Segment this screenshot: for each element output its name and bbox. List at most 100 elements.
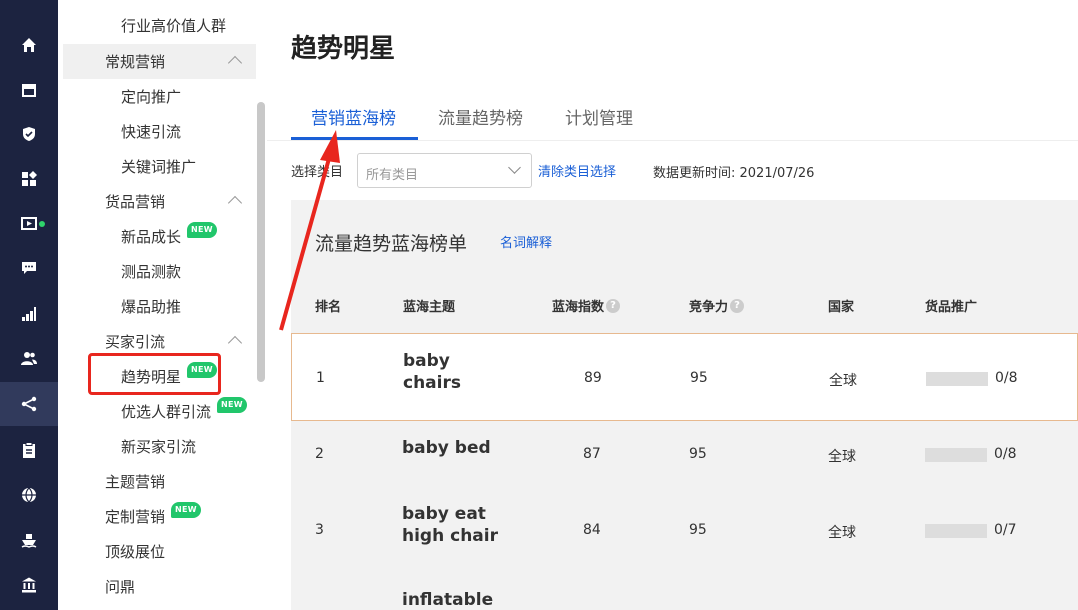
rank-cell: 1 bbox=[316, 370, 325, 386]
chevron-down-icon bbox=[508, 161, 521, 174]
sidebar-item-label: 主题营销 bbox=[105, 473, 166, 491]
promotion-count: 0/8 bbox=[994, 446, 1017, 462]
sidebar-group-label: 买家引流 bbox=[105, 333, 166, 351]
category-select[interactable]: 所有类目 bbox=[357, 153, 532, 188]
sidebar-group-label: 常规营销 bbox=[105, 53, 166, 71]
topic-cell[interactable]: baby chairs bbox=[403, 350, 493, 394]
sidebar-scrollbar[interactable] bbox=[257, 102, 265, 382]
sidebar-menu: 行业高价值人群 常规营销 定向推广 快速引流 关键词推广 货品营销 新品成长 N… bbox=[58, 0, 267, 610]
marketing-icon[interactable] bbox=[0, 382, 58, 426]
category-select-value: 所有类目 bbox=[366, 168, 419, 183]
column-header-index: 蓝海指数? bbox=[552, 296, 621, 315]
chevron-up-icon[interactable] bbox=[227, 55, 243, 71]
tabs-divider bbox=[267, 140, 1078, 141]
table-row[interactable]: 1 baby chairs 89 95 全球 0/8 bbox=[291, 333, 1078, 421]
sidebar-group-regular-marketing[interactable]: 常规营销 bbox=[63, 44, 256, 79]
index-cell: 89 bbox=[584, 370, 602, 386]
tab-blue-ocean[interactable]: 营销蓝海榜 bbox=[311, 104, 396, 129]
clear-category-link[interactable]: 清除类目选择 bbox=[538, 161, 616, 180]
shield-icon[interactable] bbox=[0, 112, 58, 156]
sidebar-item-label: 测品测款 bbox=[121, 263, 182, 281]
sidebar-item-label: 新品成长 bbox=[121, 228, 182, 246]
category-filter-label: 选择类目 bbox=[291, 165, 344, 180]
apps-icon[interactable] bbox=[0, 157, 58, 201]
help-icon[interactable]: ? bbox=[606, 298, 621, 313]
sidebar-item[interactable]: 主题营销 bbox=[58, 464, 267, 499]
sidebar-item[interactable]: 新品成长 NEW bbox=[58, 219, 267, 254]
glossary-link[interactable]: 名词解释 bbox=[500, 232, 552, 251]
sidebar-item-label: 定向推广 bbox=[121, 88, 182, 106]
sidebar-item-label: 行业高价值人群 bbox=[121, 17, 227, 35]
sidebar-item[interactable]: 测品测款 bbox=[58, 254, 267, 289]
sidebar-item[interactable]: 定向推广 bbox=[58, 79, 267, 114]
sidebar-item[interactable]: 优选人群引流 NEW bbox=[58, 394, 267, 429]
table-row[interactable]: 2 baby bed 87 95 全球 0/8 bbox=[291, 421, 1078, 487]
competition-cell: 95 bbox=[690, 370, 708, 386]
sidebar-item-label: 新买家引流 bbox=[121, 438, 197, 456]
bank-icon[interactable] bbox=[0, 563, 58, 607]
sidebar-item[interactable]: 行业高价值人群 bbox=[58, 8, 267, 43]
page-title: 趋势明星 bbox=[291, 33, 396, 63]
country-cell: 全球 bbox=[829, 373, 857, 389]
sidebar-item[interactable]: 快速引流 bbox=[58, 114, 267, 149]
competition-cell: 95 bbox=[689, 446, 707, 462]
message-icon[interactable] bbox=[0, 246, 58, 290]
media-icon[interactable] bbox=[0, 201, 58, 245]
competition-cell: 95 bbox=[689, 522, 707, 538]
chart-icon[interactable] bbox=[0, 292, 58, 336]
sidebar-item-label: 顶级展位 bbox=[105, 543, 166, 561]
promotion-count: 0/7 bbox=[994, 522, 1017, 538]
new-badge: NEW bbox=[171, 501, 201, 518]
sidebar-item-label: 关键词推广 bbox=[121, 158, 197, 176]
sidebar-item[interactable]: 定制营销 NEW bbox=[58, 499, 267, 534]
country-cell: 全球 bbox=[828, 525, 856, 541]
promotion-progress-bar bbox=[925, 448, 987, 462]
clipboard-icon[interactable] bbox=[0, 428, 58, 472]
promotion-progress-bar bbox=[925, 524, 987, 538]
ship-icon[interactable] bbox=[0, 518, 58, 562]
sidebar-item-label: 爆品助推 bbox=[121, 298, 182, 316]
chevron-up-icon[interactable] bbox=[227, 195, 243, 211]
help-icon[interactable]: ? bbox=[730, 298, 745, 313]
panel-title: 流量趋势蓝海榜单 bbox=[315, 233, 468, 255]
icon-rail bbox=[0, 0, 58, 610]
table-row[interactable]: 3 baby eat high chair 84 95 全球 0/7 bbox=[291, 487, 1078, 575]
topic-cell[interactable]: baby bed bbox=[402, 437, 491, 459]
column-header-promotion: 货品推广 bbox=[925, 300, 978, 315]
country-cell: 全球 bbox=[828, 449, 856, 465]
sidebar-group-product-marketing[interactable]: 货品营销 bbox=[58, 184, 267, 219]
sidebar-item[interactable]: 关键词推广 bbox=[58, 149, 267, 184]
index-cell: 84 bbox=[583, 522, 601, 538]
main-content: 趋势明星 营销蓝海榜 流量趋势榜 计划管理 选择类目 所有类目 清除类目选择 数… bbox=[267, 0, 1078, 610]
column-header-country: 国家 bbox=[828, 300, 855, 315]
users-icon[interactable] bbox=[0, 336, 58, 380]
tab-traffic-trend[interactable]: 流量趋势榜 bbox=[438, 104, 523, 129]
table-row[interactable]: inflatable bbox=[291, 575, 1078, 610]
notification-dot bbox=[39, 221, 45, 227]
rank-cell: 2 bbox=[315, 446, 324, 462]
column-header-competition: 竞争力? bbox=[689, 296, 745, 315]
chevron-up-icon[interactable] bbox=[227, 335, 243, 351]
rank-cell: 3 bbox=[315, 522, 324, 538]
sidebar-item[interactable]: 问鼎 bbox=[58, 569, 267, 604]
topic-cell[interactable]: inflatable bbox=[402, 589, 493, 610]
shop-icon[interactable] bbox=[0, 68, 58, 112]
globe-icon[interactable] bbox=[0, 473, 58, 517]
sidebar-item-label: 问鼎 bbox=[105, 578, 136, 596]
tab-plan-management[interactable]: 计划管理 bbox=[565, 104, 633, 129]
sidebar-item-label: 快速引流 bbox=[121, 123, 182, 141]
index-cell: 87 bbox=[583, 446, 601, 462]
column-header-topic: 蓝海主题 bbox=[403, 300, 456, 315]
sidebar-item[interactable]: 爆品助推 bbox=[58, 289, 267, 324]
data-update-time: 数据更新时间: 2021/07/26 bbox=[653, 166, 815, 181]
new-badge: NEW bbox=[217, 396, 247, 413]
sidebar-item-label: 定制营销 bbox=[105, 508, 166, 526]
home-icon[interactable] bbox=[0, 23, 58, 67]
promotion-count: 0/8 bbox=[995, 370, 1018, 386]
sidebar-group-label: 货品营销 bbox=[105, 193, 166, 211]
new-badge: NEW bbox=[187, 221, 217, 238]
sidebar-item[interactable]: 新买家引流 bbox=[58, 429, 267, 464]
sidebar-item[interactable]: 顶级展位 bbox=[58, 534, 267, 569]
sidebar-item-label: 优选人群引流 bbox=[121, 403, 212, 421]
topic-cell[interactable]: baby eat high chair bbox=[402, 503, 512, 547]
